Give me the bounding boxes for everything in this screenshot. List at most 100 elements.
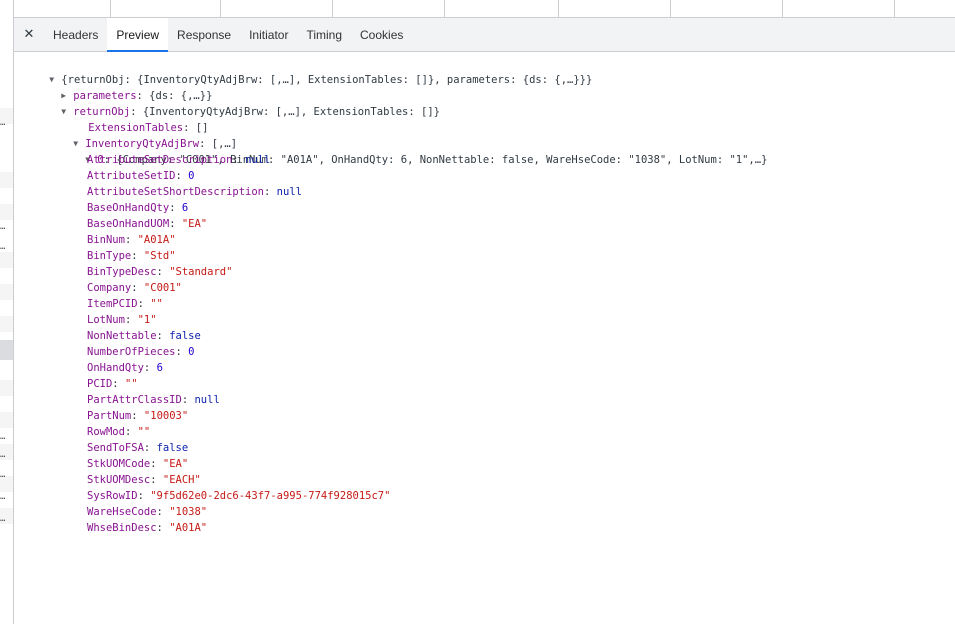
field-value: "A01A" xyxy=(137,234,176,246)
field-value: 0 xyxy=(188,346,195,358)
preview-pane: ▼ {returnObj: {InventoryQtyAdjBrw: [,…], … xyxy=(14,52,955,624)
request-row[interactable] xyxy=(0,284,13,300)
request-row[interactable] xyxy=(0,204,13,220)
grid-column-divider xyxy=(220,0,221,17)
tree-node-inventory[interactable]: ▼ InventoryQtyAdjBrw: [,…] xyxy=(48,120,237,150)
tab-cookies[interactable]: Cookies xyxy=(351,18,412,51)
field-key: BinTypeDesc xyxy=(87,266,157,278)
field-key: Company xyxy=(87,282,132,294)
field-key: PartAttrClassID xyxy=(87,394,182,406)
field-value: "9f5d62e0-2dc6-43f7-a995-774f928015c7" xyxy=(150,490,391,502)
field-key: NumberOfPieces xyxy=(87,346,176,358)
field-key: LotNum xyxy=(87,314,125,326)
field-value: "Std" xyxy=(143,250,176,262)
tree-node-returnobj[interactable]: ▼ returnObj: {InventoryQtyAdjBrw: [,…], E… xyxy=(36,88,440,118)
field-value: null xyxy=(245,154,271,166)
network-grid-header xyxy=(14,0,955,18)
field-key: NonNettable xyxy=(87,330,157,342)
field-key: BaseOnHandUOM xyxy=(87,218,170,230)
tab-headers[interactable]: Headers xyxy=(44,18,107,51)
tab-response[interactable]: Response xyxy=(168,18,240,51)
field-value: "1038" xyxy=(169,506,208,518)
field-value: "C001" xyxy=(143,282,182,294)
tree-node-item-0[interactable]: ▼ 0: {Company: "C001", BinNum: "A01A", On… xyxy=(60,136,767,166)
field-value: "" xyxy=(150,298,163,310)
field-value: "EA" xyxy=(181,218,208,230)
truncation-ellipsis: … xyxy=(0,242,6,252)
tree-field-row[interactable]: LotNum: "1" xyxy=(87,312,157,328)
field-key: SendToFSA xyxy=(87,442,144,454)
field-value: "EACH" xyxy=(162,474,201,486)
field-value: "EA" xyxy=(162,458,189,470)
field-key: AttributeSetShortDescription xyxy=(87,186,265,198)
field-key: BinNum xyxy=(87,234,125,246)
request-row[interactable] xyxy=(0,252,13,268)
tab-preview[interactable]: Preview xyxy=(107,18,169,52)
field-value: 6 xyxy=(156,362,163,374)
field-key: SysRowID xyxy=(87,490,138,502)
request-row[interactable] xyxy=(0,316,13,332)
field-key: StkUOMDesc xyxy=(87,474,151,486)
tree-field-row[interactable]: BaseOnHandUOM: "EA" xyxy=(87,216,207,232)
field-key: OnHandQty xyxy=(87,362,144,374)
tree-field-row[interactable]: WhseBinDesc: "A01A" xyxy=(87,520,207,536)
tab-timing[interactable]: Timing xyxy=(297,18,351,51)
tree-field-row[interactable]: StkUOMDesc: "EACH" xyxy=(87,472,201,488)
tree-node-root[interactable]: ▼ {returnObj: {InventoryQtyAdjBrw: [,…], … xyxy=(24,56,592,86)
details-tab-bar: ✕ Headers Preview Response Initiator Tim… xyxy=(14,18,955,52)
tree-field-row[interactable]: BinType: "Std" xyxy=(87,248,176,264)
tree-field-row[interactable]: RowMod: "" xyxy=(87,424,150,440)
field-key: RowMod xyxy=(87,426,125,438)
field-key: BaseOnHandQty xyxy=(87,202,170,214)
grid-column-divider xyxy=(110,0,111,17)
field-value: null xyxy=(194,394,220,406)
field-value: "10003" xyxy=(143,410,189,422)
tree-node-extensiontables[interactable]: ExtensionTables: [] xyxy=(63,104,208,134)
request-row[interactable] xyxy=(0,412,13,428)
tree-field-row[interactable]: ItemPCID: "" xyxy=(87,296,163,312)
tree-field-row[interactable]: BinNum: "A01A" xyxy=(87,232,176,248)
tree-field-row[interactable]: PartAttrClassID: null xyxy=(87,392,220,408)
field-key: PartNum xyxy=(87,410,132,422)
tree-field-row[interactable]: AttributeSetShortDescription: null xyxy=(87,184,302,200)
truncation-ellipsis: … xyxy=(0,470,6,480)
truncation-ellipsis: … xyxy=(0,432,6,442)
field-value: "" xyxy=(124,378,138,390)
grid-column-divider xyxy=(670,0,671,17)
close-icon[interactable]: ✕ xyxy=(14,18,44,51)
tree-field-row[interactable]: SendToFSA: false xyxy=(87,440,188,456)
tree-field-row[interactable]: BinTypeDesc: "Standard" xyxy=(87,264,232,280)
request-row[interactable] xyxy=(0,380,13,396)
tree-field-row[interactable]: PartNum: "10003" xyxy=(87,408,188,424)
tree-field-row[interactable]: SysRowID: "9f5d62e0-2dc6-43f7-a995-774f9… xyxy=(87,488,390,504)
tree-node-parameters[interactable]: ▶ parameters: {ds: {,…}} xyxy=(36,72,212,102)
request-list-strip[interactable]: … … … … … … … … xyxy=(0,0,14,624)
grid-column-divider xyxy=(558,0,559,17)
field-key: AttributeSetDescription xyxy=(87,154,233,166)
field-value: "1" xyxy=(137,314,157,326)
field-key: BinType xyxy=(87,250,132,262)
truncation-ellipsis: … xyxy=(0,450,6,460)
field-key: StkUOMCode xyxy=(87,458,151,470)
tree-field-row[interactable]: StkUOMCode: "EA" xyxy=(87,456,188,472)
tree-field-row[interactable]: BaseOnHandQty: 6 xyxy=(87,200,188,216)
tree-field-row[interactable]: NumberOfPieces: 0 xyxy=(87,344,195,360)
tree-field-row[interactable]: AttributeSetDescription: null xyxy=(87,152,270,168)
field-value: 0 xyxy=(188,170,195,182)
truncation-ellipsis: … xyxy=(0,222,6,232)
tree-field-row[interactable]: WareHseCode: "1038" xyxy=(87,504,207,520)
request-row[interactable] xyxy=(0,172,13,188)
field-value: false xyxy=(156,442,189,454)
tree-field-row[interactable]: Company: "C001" xyxy=(87,280,182,296)
grid-column-divider xyxy=(332,0,333,17)
tree-field-row[interactable]: AttributeSetID: 0 xyxy=(87,168,195,184)
grid-column-divider xyxy=(444,0,445,17)
tab-initiator[interactable]: Initiator xyxy=(240,18,297,51)
grid-column-divider xyxy=(894,0,895,17)
field-value: "" xyxy=(137,426,151,438)
request-row-selected[interactable] xyxy=(0,340,13,360)
tree-field-row[interactable]: OnHandQty: 6 xyxy=(87,360,163,376)
tree-field-row[interactable]: PCID: "" xyxy=(87,376,138,392)
field-value: "A01A" xyxy=(169,522,208,534)
tree-field-row[interactable]: NonNettable: false xyxy=(87,328,201,344)
